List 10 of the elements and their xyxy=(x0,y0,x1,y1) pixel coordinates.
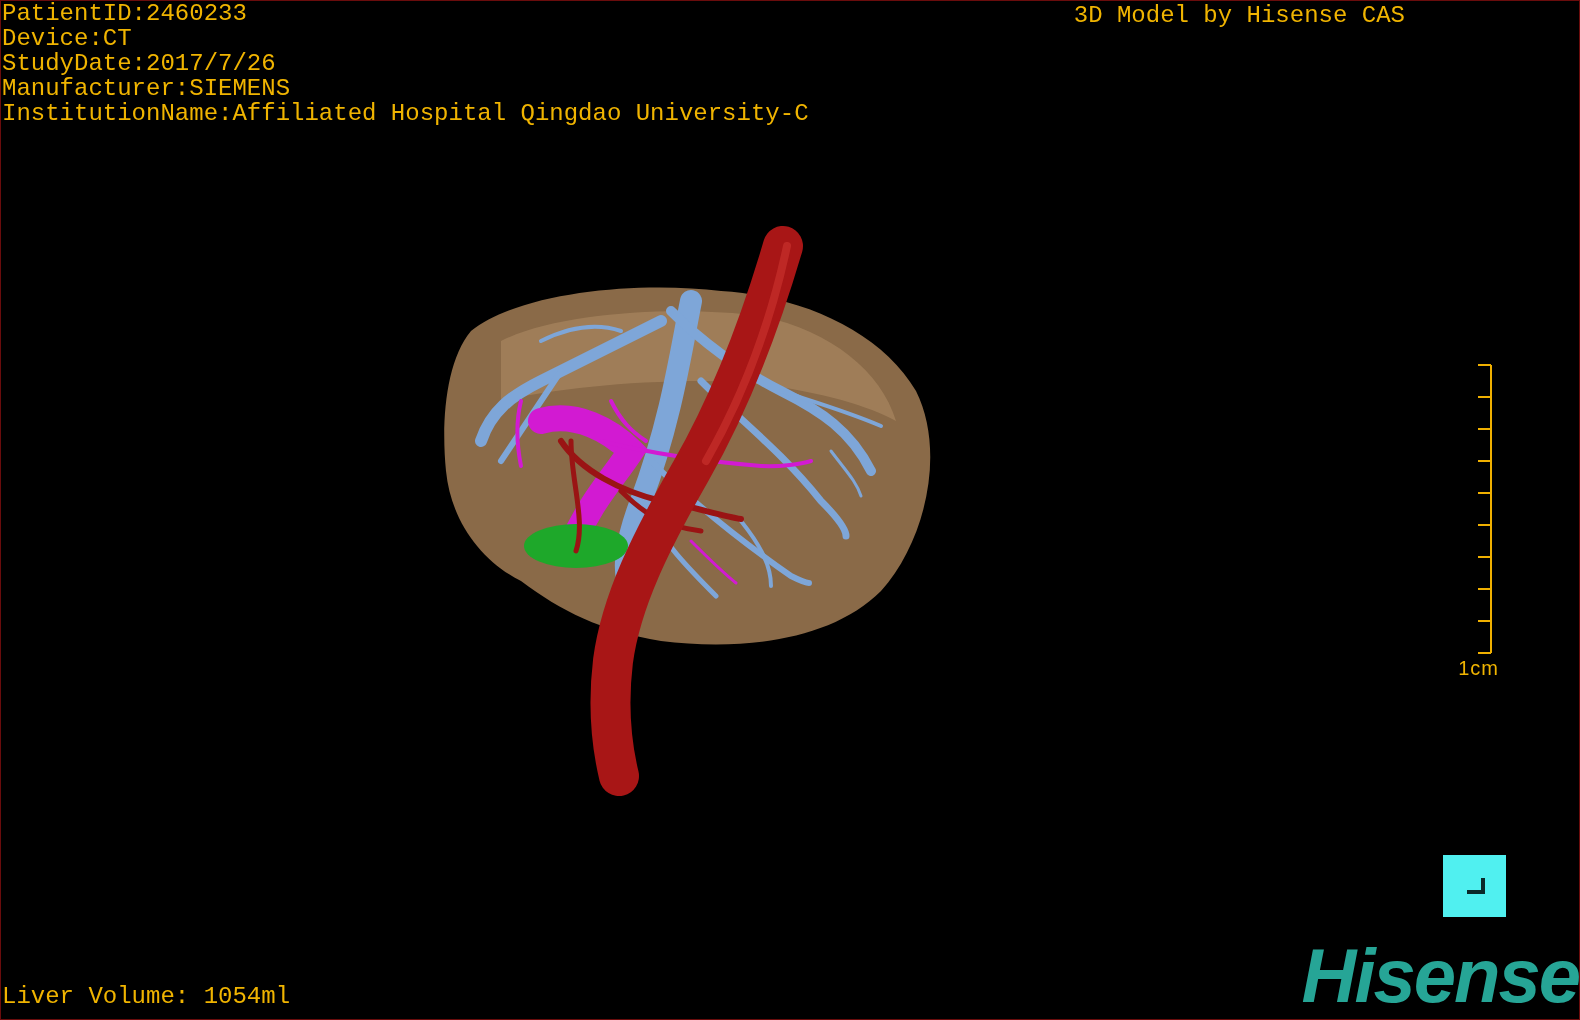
brand-logo: Hisense xyxy=(1301,939,1579,1013)
scale-label: 1cm xyxy=(1458,657,1499,679)
patient-info-line: StudyDate:2017/7/26 xyxy=(2,51,277,76)
view-toggle-button[interactable] xyxy=(1443,855,1506,917)
patient-info-line: Device:CT xyxy=(2,26,133,51)
patient-info-line: PatientID:2460233 xyxy=(2,1,248,26)
patient-info-line: InstitutionName:Affiliated Hospital Qingdao University-C xyxy=(2,101,809,126)
patient-info-line: Manufacturer:SIEMENS xyxy=(2,76,292,101)
model-title: 3D Model by Hisense CAS xyxy=(1073,3,1405,28)
liver-volume: Liver Volume: 1054ml xyxy=(1,984,291,1009)
